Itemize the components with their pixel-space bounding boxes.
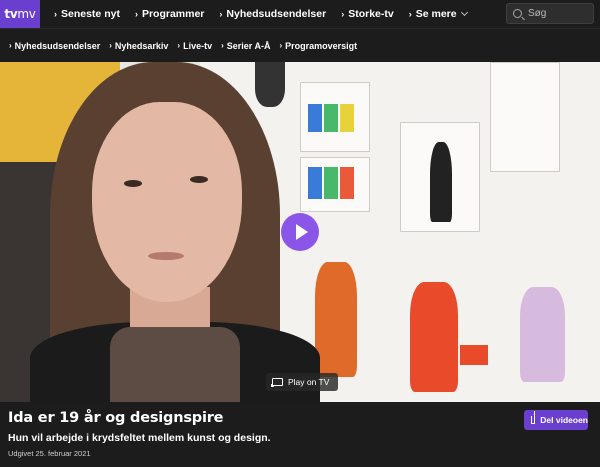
logo-mv-text: mv (17, 7, 36, 21)
share-icon (531, 411, 536, 424)
logo-tv-text: tv (4, 7, 18, 21)
subnav-item-nyhedsarkiv[interactable]: › Nyhedsarkiv (109, 41, 168, 51)
dress-sketch (460, 345, 488, 365)
chevron-right-icon: › (177, 41, 181, 50)
play-icon (295, 224, 308, 240)
video-info: Ida er 19 år og designspire Hun vil arbe… (0, 402, 600, 467)
cast-icon (271, 378, 283, 387)
chevron-right-icon: › (408, 9, 412, 19)
color-swatch (324, 167, 338, 199)
person-lips (148, 252, 184, 260)
share-label: Del videoen (540, 415, 588, 425)
share-video-button[interactable]: Del videoen (524, 410, 588, 430)
subnav-label: Live-tv (183, 40, 213, 51)
search-input[interactable]: Søg (506, 3, 594, 24)
subnav-label: Programoversigt (285, 40, 358, 51)
publish-date: Udgivet 25. februar 2021 (8, 449, 91, 458)
subnav-item-live-tv[interactable]: › Live-tv (177, 41, 212, 51)
dress-sketch (430, 142, 452, 222)
subnav-label: Nyhedsudsendelser (14, 40, 101, 51)
video-subtitle: Hun vil arbejde i krydsfeltet mellem kun… (8, 432, 271, 444)
top-navigation-bar: tv mv › Seneste nyt › Programmer › Nyhedsuds… (0, 0, 600, 28)
color-swatch (324, 104, 338, 132)
person-eye (124, 180, 142, 187)
topnav-label: Programmer (141, 8, 205, 20)
chevron-right-icon: › (219, 9, 223, 19)
subnav-item-programoversigt[interactable]: › Programoversigt (279, 41, 357, 51)
chevron-right-icon: › (134, 9, 138, 19)
chevron-right-icon: › (221, 41, 224, 50)
dress-sketch (520, 287, 565, 382)
chevron-right-icon: › (109, 41, 112, 50)
person-scarf (110, 327, 240, 402)
topnav-label: Storke-tv (348, 8, 394, 20)
chevron-down-icon (460, 8, 468, 17)
topnav-item-seneste-nyt[interactable]: › Seneste nyt (54, 8, 120, 20)
person-face (92, 102, 242, 302)
topnav-label: Se mere (415, 8, 457, 20)
color-swatch (340, 167, 354, 199)
subnav-label: Serier A-Å (226, 40, 271, 51)
subnav-item-serier-a-aa[interactable]: › Serier A-Å (221, 41, 270, 51)
topnav-item-storke-tv[interactable]: › Storke-tv (341, 8, 394, 20)
topnav-item-se-mere[interactable]: › Se mere (408, 8, 468, 20)
sub-navigation-bar: › Nyhedsudsendelser › Nyhedsarkiv › Live-tv… (0, 28, 600, 62)
dress-sketch (315, 262, 357, 377)
video-player[interactable]: Play on TV (0, 62, 600, 402)
topnav-label: Seneste nyt (61, 8, 120, 20)
play-on-tv-button[interactable]: Play on TV (266, 373, 338, 391)
search-icon (513, 9, 522, 18)
main-menu: › Seneste nyt › Programmer › Nyhedsudsendel… (54, 8, 482, 20)
person-eye (190, 176, 208, 183)
subnav-label: Nyhedsarkiv (114, 40, 169, 51)
tvmv-logo[interactable]: tv mv (0, 0, 40, 28)
play-button[interactable] (281, 213, 319, 251)
chevron-right-icon: › (54, 9, 57, 19)
subnav-item-nyhedsudsendelser[interactable]: › Nyhedsudsendelser (9, 41, 100, 51)
color-swatch (308, 104, 322, 132)
play-on-tv-label: Play on TV (288, 377, 330, 387)
video-title: Ida er 19 år og designspire (8, 410, 224, 426)
dress-sketch (410, 282, 458, 392)
chevron-right-icon: › (341, 9, 345, 19)
chevron-right-icon: › (9, 41, 12, 50)
color-swatch (340, 104, 354, 132)
search-placeholder: Søg (528, 8, 547, 19)
color-swatch (308, 167, 322, 199)
chevron-right-icon: › (279, 41, 283, 50)
topnav-label: Nyhedsudsendelser (226, 8, 327, 20)
dress-sketch (255, 62, 285, 107)
topnav-item-programmer[interactable]: › Programmer (135, 8, 204, 20)
topnav-item-nyhedsudsendelser[interactable]: › Nyhedsudsendelser (219, 8, 326, 20)
sketch-paper (490, 62, 560, 172)
